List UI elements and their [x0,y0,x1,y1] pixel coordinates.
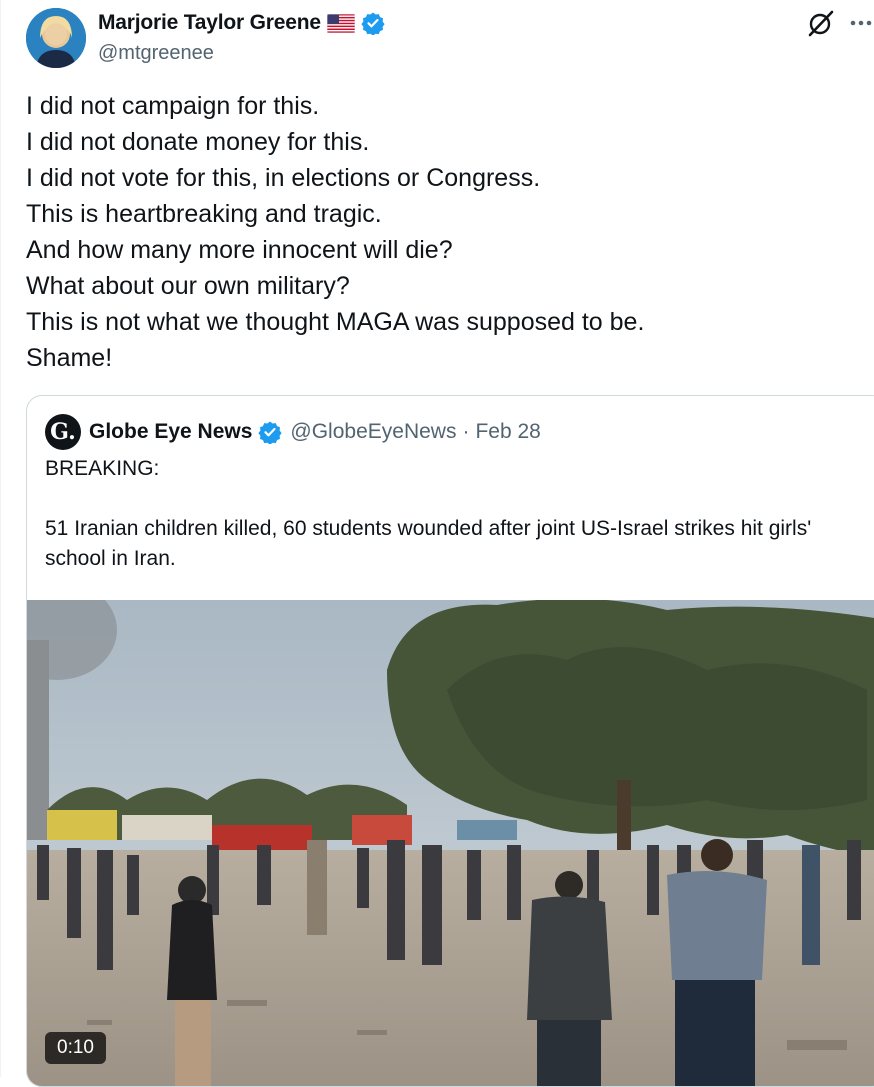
author-handle[interactable]: @mtgreenee [98,42,214,65]
author-name-row: Marjorie Taylor Greene [98,10,385,36]
tweet: Marjorie Taylor Greene @mtgreenee I did … [0,0,874,1087]
quoted-tweet-header: G. Globe Eye News @GlobeEyeNews · Feb 28 [45,414,541,450]
quoted-tweet-text: BREAKING: 51 Iranian children killed, 60… [45,457,812,570]
quoted-avatar[interactable]: G. [45,414,81,450]
us-flag-icon [326,13,356,33]
grok-icon[interactable] [806,8,836,38]
avatar[interactable] [26,8,86,68]
quoted-handle[interactable]: @GlobeEyeNews [290,420,456,444]
video-duration-badge: 0:10 [45,1032,106,1064]
quoted-timestamp[interactable]: Feb 28 [475,420,540,444]
tweet-text: I did not campaign for this. I did not d… [26,92,645,372]
more-icon[interactable] [848,12,874,34]
verified-badge-icon[interactable] [361,11,385,36]
verified-badge-icon[interactable] [258,420,283,445]
video-player[interactable]: 0:10 [27,600,874,1086]
timeline-border [0,0,1,1077]
quoted-tweet[interactable]: G. Globe Eye News @GlobeEyeNews · Feb 28… [26,395,874,1087]
quoted-display-name[interactable]: Globe Eye News [89,420,252,444]
video-frame [27,600,874,1086]
author-display-name[interactable]: Marjorie Taylor Greene [98,11,321,35]
quoted-avatar-logo: G. [50,419,76,445]
separator-dot: · [462,420,470,443]
